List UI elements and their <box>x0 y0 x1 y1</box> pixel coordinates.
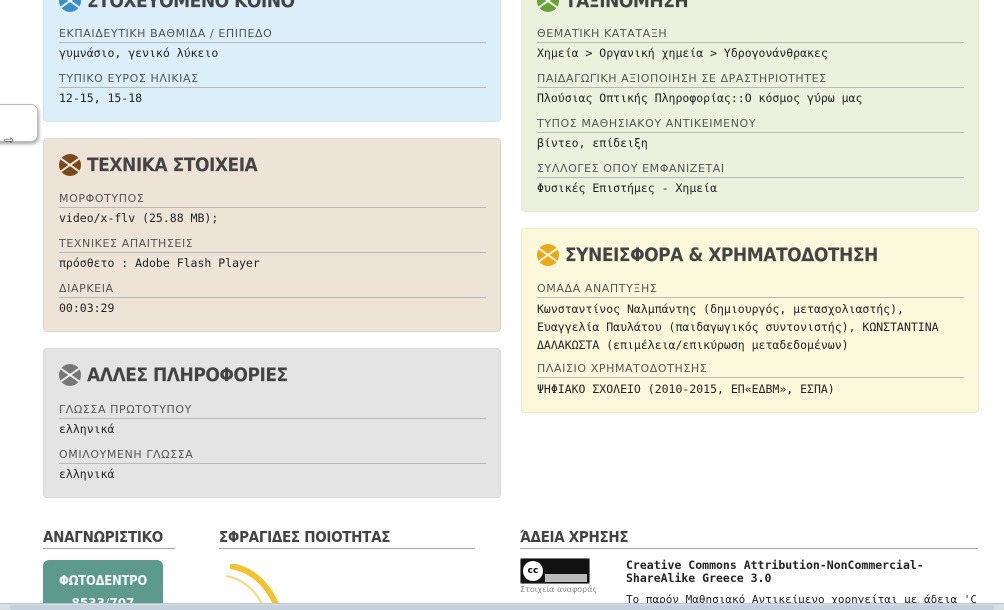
cc-attribution-link[interactable]: Στοιχεία αναφοράς <box>520 585 597 594</box>
contribution-panel: ΣΥΝΕΙΣΦΟΡΑ & ΧΡΗΜΑΤΟΔΟΤΗΣΗ ΟΜΑΔΑ ΑΝΑΠΤΥΞ… <box>521 228 979 413</box>
field-label: ΔΙΑΡΚΕΙΑ <box>59 282 486 298</box>
field-value: Κωνσταντίνος Ναλμπάντης (δημιουργός, μετ… <box>537 302 939 352</box>
horizontal-scrollbar[interactable] <box>0 603 1004 610</box>
blue-pie-icon <box>59 0 81 12</box>
field-value: video/x-flv (25.88 MB); <box>59 211 219 225</box>
cc-by-nc-sa-strip <box>545 574 587 582</box>
field-value: ελληνικά <box>59 422 115 436</box>
quality-seals-title: ΣΦΡΑΓΙΔΕΣ ΠΟΙΟΤΗΤΑΣ <box>219 528 475 549</box>
grey-pie-icon <box>59 364 81 386</box>
field-value: ΨΗΦΙΑΚΟ ΣΧΟΛΕΙΟ (2010-2015, ΕΠ«ΕΔΒΜ», ΕΣ… <box>537 382 835 396</box>
classification-title: ΤΑΞΙΝΟΜΗΣΗ <box>537 0 689 13</box>
identifier-badge-text: ΦΩΤΟΔΕΝΤΡΟ <box>58 574 148 589</box>
green-pie-icon <box>537 0 559 12</box>
field-label: ΟΜΙΛΟΥΜΕΝΗ ΓΛΩΣΣΑ <box>59 448 486 464</box>
target-audience-title: ΣΤΟΧΕΥΟΜΕΝΟ ΚΟΙΝΟ <box>59 0 295 13</box>
field-value: Χημεία > Οργανική χημεία > Υδρογονάνθρακ… <box>537 46 828 60</box>
field-value: Πλούσιας Οπτικής Πληροφορίας::Ο κόσμος γ… <box>537 91 863 105</box>
field-label: ΣΥΛΛΟΓΕΣ ΟΠΟΥ ΕΜΦΑΝΙΖΕΤΑΙ <box>537 162 964 178</box>
field-value: βίντεο, επίδειξη <box>537 136 648 150</box>
field-value: 12-15, 15-18 <box>59 91 143 105</box>
contribution-title-text: ΣΥΝΕΙΣΦΟΡΑ & ΧΡΗΜΑΤΟΔΟΤΗΣΗ <box>565 244 878 266</box>
license-name-link[interactable]: Creative Commons Attribution-NonCommerci… <box>626 559 966 585</box>
field-value: 00:03:29 <box>59 301 115 315</box>
field-label: ΤΥΠΟΣ ΜΑΘΗΣΙΑΚΟΥ ΑΝΤΙΚΕΙΜΕΝΟΥ <box>537 117 964 133</box>
field-label: ΘΕΜΑΤΙΚΗ ΚΑΤΑΤΑΞΗ <box>537 27 964 43</box>
other-info-title: ΑΛΛΕΣ ΠΛΗΡΟΦΟΡΙΕΣ <box>59 363 288 387</box>
field-label: ΟΜΑΔΑ ΑΝΑΠΤΥΞΗΣ <box>537 282 964 298</box>
technical-title-text: ΤΕΧΝΙΚΑ ΣΤΟΙΧΕΙΑ <box>87 154 258 176</box>
contribution-title: ΣΥΝΕΙΣΦΟΡΑ & ΧΡΗΜΑΤΟΔΟΤΗΣΗ <box>537 243 878 267</box>
classification-title-text: ΤΑΞΙΝΟΜΗΣΗ <box>565 0 689 12</box>
other-info-title-text: ΑΛΛΕΣ ΠΛΗΡΟΦΟΡΙΕΣ <box>87 364 288 386</box>
target-audience-title-text: ΣΤΟΧΕΥΟΜΕΝΟ ΚΟΙΝΟ <box>87 0 295 12</box>
cc-icon: cc <box>523 561 543 581</box>
technical-panel: ΤΕΧΝΙΚΑ ΣΤΟΙΧΕΙΑ ΜΟΡΦΟΤΥΠΟΣ video/x-flv … <box>43 138 501 332</box>
brown-pie-icon <box>59 154 81 176</box>
identifier-title: ΑΝΑΓΝΩΡΙΣΤΙΚΟ <box>43 528 175 549</box>
field-value: γυμνάσιο, γενικό λύκειο <box>59 46 219 60</box>
quality-seal-icon[interactable] <box>224 564 280 604</box>
gold-wheel-icon <box>537 244 559 266</box>
field-label: ΠΑΙΔΑΓΩΓΙΚΗ ΑΞΙΟΠΟΙΗΣΗ ΣΕ ΔΡΑΣΤΗΡΙΟΤΗΤΕΣ <box>537 72 964 88</box>
cc-license-badge[interactable]: cc <box>520 558 590 584</box>
classification-panel: ΤΑΞΙΝΟΜΗΣΗ ΘΕΜΑΤΙΚΗ ΚΑΤΑΤΑΞΗ Χημεία > Ορ… <box>521 0 979 212</box>
field-label: ΤΕΧΝΙΚΕΣ ΑΠΑΙΤΗΣΕΙΣ <box>59 237 486 253</box>
target-audience-panel: ΣΤΟΧΕΥΟΜΕΝΟ ΚΟΙΝΟ ΕΚΠΑΙΔΕΥΤΙΚΗ ΒΑΘΜΙΔΑ /… <box>43 0 501 122</box>
field-value: Φυσικές Επιστήμες - Χημεία <box>537 181 718 195</box>
arrow-right-icon[interactable]: ⇨ <box>4 134 14 146</box>
field-label: ΓΛΩΣΣΑ ΠΡΩΤΟΤΥΠΟΥ <box>59 403 486 419</box>
field-label: ΜΟΡΦΟΤΥΠΟΣ <box>59 192 486 208</box>
technical-title: ΤΕΧΝΙΚΑ ΣΤΟΙΧΕΙΑ <box>59 153 258 177</box>
license-title: ΆΔΕΙΑ ΧΡΗΣΗΣ <box>520 528 978 549</box>
field-label: ΤΥΠΙΚΟ ΕΥΡΟΣ ΗΛΙΚΙΑΣ <box>59 72 486 88</box>
other-info-panel: ΑΛΛΕΣ ΠΛΗΡΟΦΟΡΙΕΣ ΓΛΩΣΣΑ ΠΡΩΤΟΤΥΠΟΥ ελλη… <box>43 348 501 498</box>
field-value: ελληνικά <box>59 467 115 481</box>
field-label: ΠΛΑΙΣΙΟ ΧΡΗΜΑΤΟΔΟΤΗΣΗΣ <box>537 362 964 378</box>
scrollbar-thumb[interactable] <box>10 605 994 610</box>
field-label: ΕΚΠΑΙΔΕΥΤΙΚΗ ΒΑΘΜΙΔΑ / ΕΠΙΠΕΔΟ <box>59 27 486 43</box>
field-value: πρόσθετο : Adobe Flash Player <box>59 256 260 270</box>
